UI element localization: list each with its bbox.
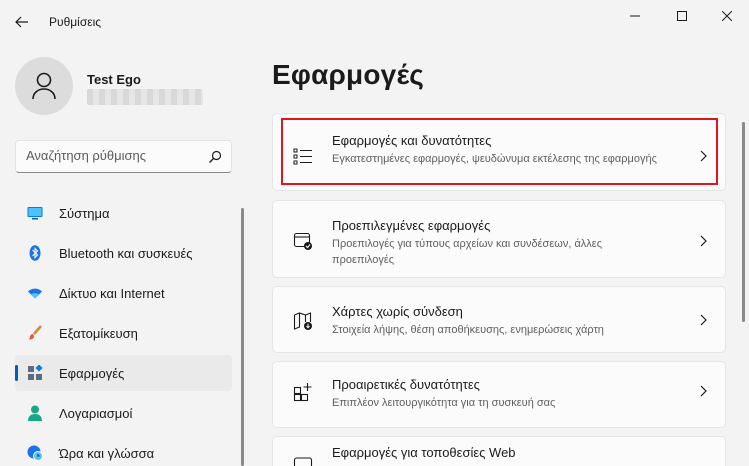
sidebar-item-apps[interactable]: Εφαρμογές (15, 355, 232, 391)
card-offline-maps[interactable]: Χάρτες χωρίς σύνδεση Στοιχεία λήψης, θέσ… (272, 286, 726, 353)
card-default-apps[interactable]: Προεπιλεγμένες εφαρμογές Προεπιλογές για… (272, 200, 726, 278)
sidebar-item-system[interactable]: Σύστημα (15, 195, 232, 231)
main-scrollbar[interactable] (742, 122, 745, 322)
card-title: Προεπιλεγμένες εφαρμογές (332, 218, 491, 233)
sidebar-item-label: Λογαριασμοί (59, 406, 133, 421)
card-optional-features[interactable]: Προαιρετικές δυνατότητες Επιπλέον λειτου… (272, 361, 726, 428)
highlight-annotation (281, 118, 718, 185)
back-arrow-icon (15, 16, 28, 28)
maximize-button[interactable] (667, 6, 697, 26)
chevron-right-icon (700, 385, 707, 397)
sidebar-item-personalization[interactable]: Εξατομίκευση (15, 315, 232, 351)
paintbrush-icon (27, 325, 43, 341)
wifi-icon (27, 285, 43, 301)
default-apps-icon (293, 232, 312, 250)
avatar[interactable] (15, 57, 73, 115)
globe-clock-icon (27, 445, 43, 461)
app-title: Ρυθμίσεις (49, 15, 102, 29)
chevron-right-icon (700, 235, 707, 247)
sidebar-item-label: Δίκτυο και Internet (59, 286, 165, 301)
sidebar-item-time-language[interactable]: Ώρα και γλώσσα (15, 435, 232, 466)
sidebar-nav: Σύστημα Bluetooth και συσκευές Δίκτυο κα… (15, 195, 232, 466)
card-website-apps[interactable]: Εφαρμογές για τοποθεσίες Web (272, 436, 726, 466)
user-name: Test Ego (87, 72, 141, 87)
sidebar-item-bluetooth[interactable]: Bluetooth και συσκευές (15, 235, 232, 271)
card-subtitle: Επιπλέον λειτουργικότητα για τη συσκευή … (332, 397, 556, 409)
websites-apps-icon (293, 457, 313, 466)
active-indicator (15, 365, 18, 381)
search-box[interactable] (15, 140, 232, 173)
sidebar-scrollbar[interactable] (241, 208, 244, 466)
close-button[interactable] (712, 6, 742, 26)
card-title: Χάρτες χωρίς σύνδεση (332, 304, 463, 319)
title-bar: Ρυθμίσεις (0, 0, 749, 40)
sidebar-item-label: Ώρα και γλώσσα (59, 446, 155, 461)
sidebar-item-network[interactable]: Δίκτυο και Internet (15, 275, 232, 311)
sidebar-item-label: Bluetooth και συσκευές (59, 246, 193, 261)
user-email-redacted (87, 89, 203, 105)
search-icon[interactable] (208, 150, 222, 164)
card-title: Προαιρετικές δυνατότητες (332, 377, 480, 392)
optional-features-icon (293, 383, 312, 402)
chevron-right-icon (700, 314, 707, 326)
search-input[interactable] (26, 148, 206, 163)
minimize-button[interactable] (620, 6, 650, 26)
minimize-icon (630, 15, 640, 17)
sidebar-item-label: Σύστημα (59, 206, 110, 221)
sidebar-item-accounts[interactable]: Λογαριασμοί (15, 395, 232, 431)
back-button[interactable] (12, 12, 32, 32)
person-icon (27, 405, 43, 421)
close-icon (722, 11, 732, 21)
sidebar-item-label: Εφαρμογές (59, 366, 125, 381)
sidebar-item-label: Εξατομίκευση (59, 326, 138, 341)
offline-map-icon (293, 312, 312, 330)
person-silhouette-icon (32, 72, 56, 100)
system-display-icon (27, 205, 43, 221)
maximize-icon (677, 11, 687, 21)
card-title: Εφαρμογές για τοποθεσίες Web (332, 445, 516, 460)
apps-icon (27, 365, 43, 381)
card-subtitle: Προεπιλογές για τύπους αρχείων και συνδέ… (332, 238, 603, 266)
bluetooth-icon (27, 245, 43, 261)
page-title: Εφαρμογές (272, 59, 425, 90)
card-subtitle: Στοιχεία λήψης, θέση αποθήκευσης, ενημερ… (332, 324, 604, 336)
